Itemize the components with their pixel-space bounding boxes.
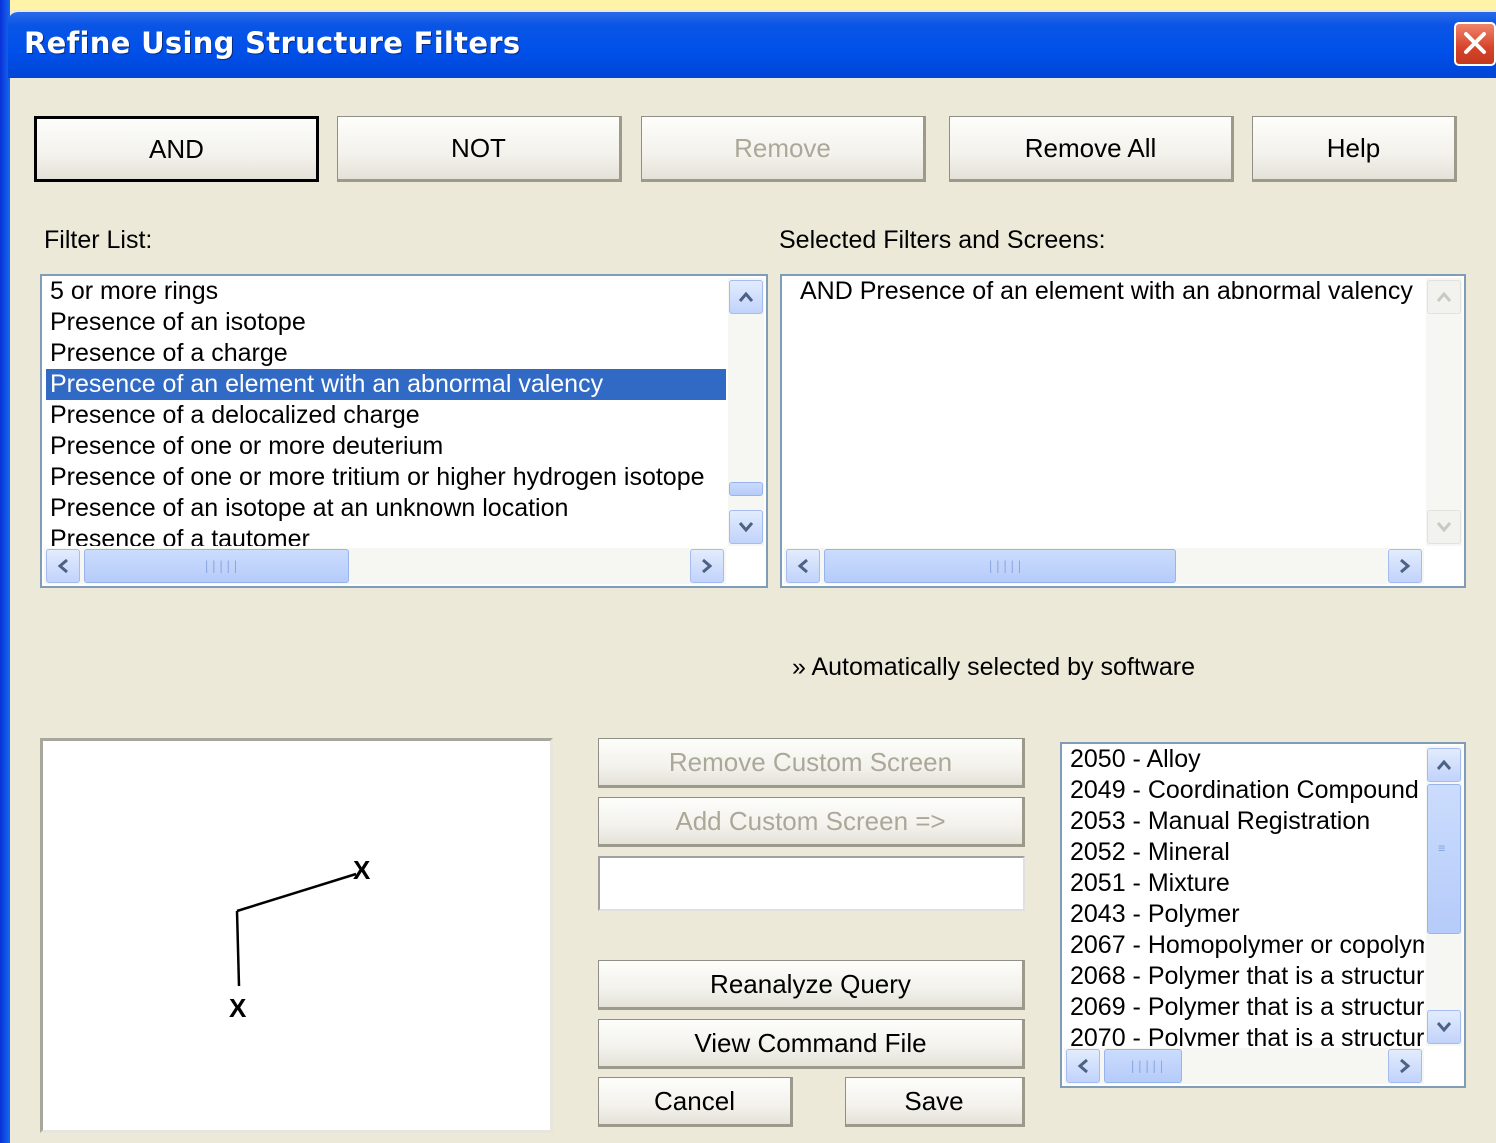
screen-item[interactable]: 2051 - Mixture [1066,868,1424,899]
view-command-file-button[interactable]: View Command File [598,1019,1025,1069]
scroll-right-button[interactable] [1388,549,1422,583]
scroll-down-button[interactable] [1427,510,1461,544]
scroll-up-button[interactable] [729,280,763,314]
chevron-up-icon [1436,759,1452,770]
filter-item[interactable]: Presence of a tautomer [46,524,726,546]
remove-custom-screen-button[interactable]: Remove Custom Screen [598,738,1025,788]
chevron-down-icon [1436,522,1452,533]
chevron-down-icon [738,522,754,533]
selected-filter-item[interactable]: AND Presence of an element with an abnor… [796,276,1424,307]
selected-filters-listbox[interactable]: AND Presence of an element with an abnor… [780,274,1466,588]
filter-item[interactable]: Presence of a delocalized charge [46,400,726,431]
filter-item-selected[interactable]: Presence of an element with an abnormal … [46,369,726,400]
scroll-left-button[interactable] [786,549,820,583]
remove-button[interactable]: Remove [641,116,926,182]
selected-filters-rows: AND Presence of an element with an abnor… [796,276,1424,546]
screens-vertical-scrollbar[interactable]: ≡ [1426,746,1462,1046]
screen-item[interactable]: 2070 - Polymer that is a structure [1066,1023,1424,1046]
filter-listbox[interactable]: 5 or more rings Presence of an isotope P… [40,274,768,588]
chevron-left-icon [1077,1058,1088,1074]
window-top-edge [0,0,1496,10]
filter-horizontal-scrollbar[interactable]: ||||| [44,548,726,584]
scroll-thumb[interactable]: ||||| [84,549,349,583]
grip-icon: ||||| [203,559,240,573]
atom-label: X [353,855,371,885]
grip-icon: ||||| [1129,1059,1166,1073]
scroll-left-button[interactable] [1066,1049,1100,1083]
scroll-right-button[interactable] [690,549,724,583]
chevron-left-icon [57,558,68,574]
custom-screen-input[interactable] [598,856,1025,911]
scroll-up-button[interactable] [1427,280,1461,314]
grip-icon: ||||| [987,559,1024,573]
cancel-button[interactable]: Cancel [598,1077,793,1127]
scroll-thumb[interactable]: ≡ [1427,784,1461,934]
selected-horizontal-scrollbar[interactable]: ||||| [784,548,1424,584]
screen-item[interactable]: 2067 - Homopolymer or copolymer [1066,930,1424,961]
add-custom-screen-button[interactable]: Add Custom Screen => [598,797,1025,847]
chevron-right-icon [1400,558,1411,574]
filter-list-label: Filter List: [44,226,153,254]
chevron-left-icon [797,558,808,574]
structure-drawing: X X [229,855,371,1023]
screen-item[interactable]: 2043 - Polymer [1066,899,1424,930]
auto-selected-note: » Automatically selected by software [792,653,1195,681]
chevron-up-icon [738,291,754,302]
title-bar[interactable]: Refine Using Structure Filters [8,12,1496,78]
filter-item[interactable]: Presence of one or more deuterium [46,431,726,462]
atom-label: X [229,993,247,1023]
screen-item[interactable]: 2050 - Alloy [1066,744,1424,775]
dialog-client: AND NOT Remove Remove All Help Filter Li… [10,78,1496,1143]
reanalyze-query-button[interactable]: Reanalyze Query [598,960,1025,1010]
scroll-thumb[interactable]: ||||| [824,549,1176,583]
selected-vertical-scrollbar[interactable] [1426,278,1462,546]
close-button[interactable] [1454,22,1496,66]
filter-item[interactable]: Presence of an isotope [46,307,726,338]
remove-all-button[interactable]: Remove All [949,116,1234,182]
screens-list-rows: 2050 - Alloy 2049 - Coordination Compoun… [1066,744,1424,1046]
window-title: Refine Using Structure Filters [24,26,521,60]
scroll-down-button[interactable] [729,510,763,544]
chevron-right-icon [702,558,713,574]
filter-item[interactable]: 5 or more rings [46,276,726,307]
filter-list-rows: 5 or more rings Presence of an isotope P… [46,276,726,546]
scroll-thumb[interactable] [729,482,763,496]
scroll-thumb[interactable]: ||||| [1104,1049,1182,1083]
filter-item[interactable]: Presence of a charge [46,338,726,369]
chevron-down-icon [1436,1022,1452,1033]
bond-vertical [235,910,241,987]
not-button[interactable]: NOT [337,116,622,182]
scroll-right-button[interactable] [1388,1049,1422,1083]
structure-preview: X X [40,738,553,1133]
chevron-up-icon [1436,291,1452,302]
grip-icon: ≡ [1438,841,1446,855]
help-button[interactable]: Help [1252,116,1457,182]
and-button[interactable]: AND [34,116,319,182]
save-button[interactable]: Save [845,1077,1025,1127]
filter-item[interactable]: Presence of an isotope at an unknown loc… [46,493,726,524]
window-left-edge [0,0,10,1143]
screens-listbox[interactable]: 2050 - Alloy 2049 - Coordination Compoun… [1060,742,1466,1088]
screen-item[interactable]: 2052 - Mineral [1066,837,1424,868]
bond-diagonal [236,872,357,913]
screen-item[interactable]: 2049 - Coordination Compound [1066,775,1424,806]
scroll-up-button[interactable] [1427,748,1461,782]
screen-item[interactable]: 2068 - Polymer that is a structure [1066,961,1424,992]
dialog-window: Refine Using Structure Filters AND NOT R… [0,0,1496,1143]
screen-item[interactable]: 2053 - Manual Registration [1066,806,1424,837]
filter-vertical-scrollbar[interactable] [728,278,764,546]
filter-item[interactable]: Presence of one or more tritium or highe… [46,462,726,493]
screen-item[interactable]: 2069 - Polymer that is a structure [1066,992,1424,1023]
chevron-right-icon [1400,1058,1411,1074]
selected-filters-label: Selected Filters and Screens: [779,226,1106,254]
close-icon [1464,32,1486,54]
screens-horizontal-scrollbar[interactable]: ||||| [1064,1048,1424,1084]
scroll-down-button[interactable] [1427,1010,1461,1044]
scroll-left-button[interactable] [46,549,80,583]
